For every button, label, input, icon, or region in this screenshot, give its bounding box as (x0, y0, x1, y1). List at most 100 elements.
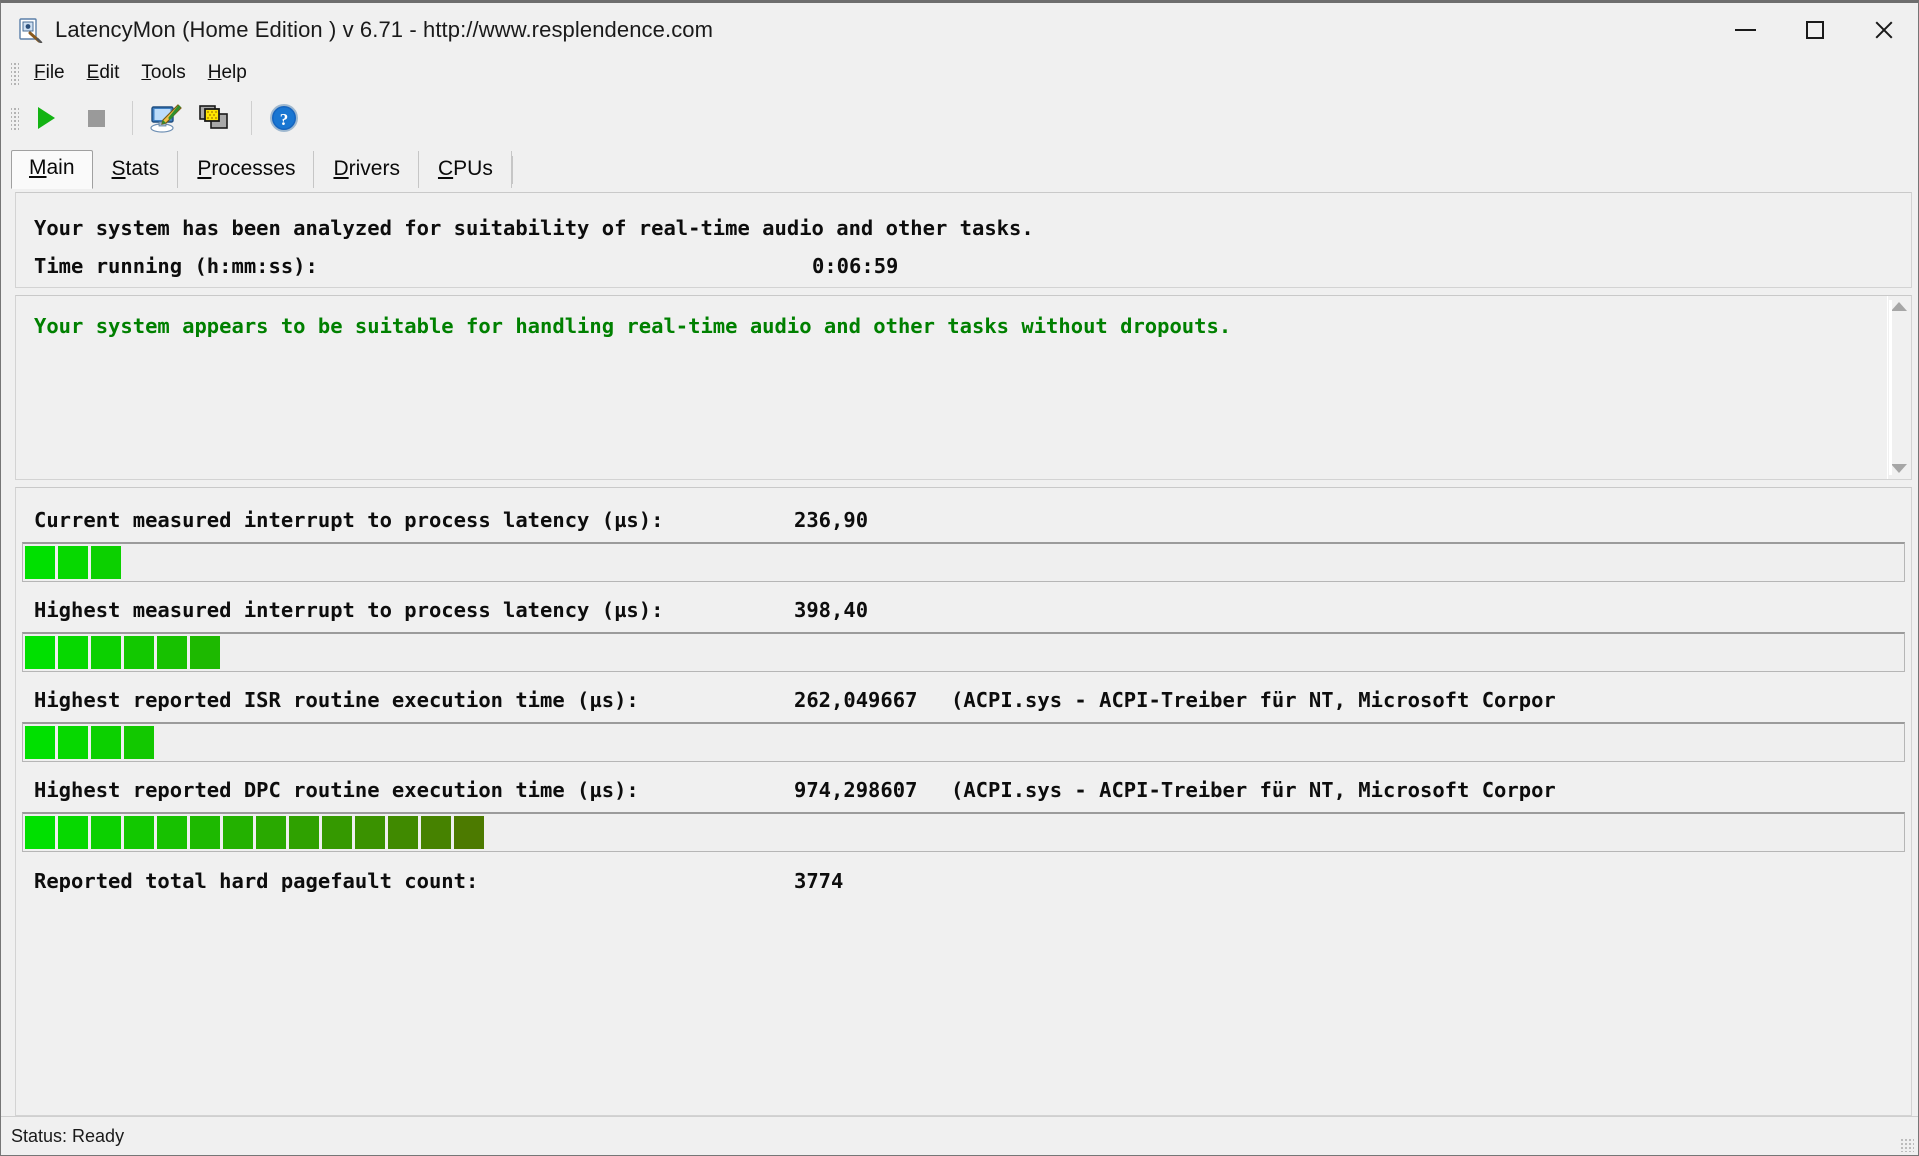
time-running-label: Time running (h:mm:ss): (34, 254, 318, 278)
menu-help-rest: elp (221, 62, 247, 83)
progress-segment (256, 816, 286, 849)
main-tab-panel: Your system has been analyzed for suitab… (15, 192, 1912, 1116)
svg-text:?: ? (280, 110, 289, 129)
metric-label: Highest measured interrupt to process la… (34, 598, 664, 622)
tab-cpus-label: PUs (453, 157, 493, 180)
progress-segment (157, 816, 187, 849)
start-monitoring-button[interactable] (23, 96, 69, 140)
metric-value: 398,40 (794, 598, 869, 622)
menu-help[interactable]: Help (197, 60, 258, 86)
toolbar-drag-grip[interactable] (11, 106, 19, 130)
tab-stats-label: tats (125, 157, 160, 180)
progress-segment (91, 546, 121, 579)
progress-segment (58, 726, 88, 759)
pagefault-row: Reported total hard pagefault count: 377… (16, 858, 1911, 904)
menu-file[interactable]: File (23, 60, 76, 86)
progress-segment (223, 816, 253, 849)
copy-report-button[interactable] (192, 96, 238, 140)
resize-grip[interactable] (1900, 1138, 1914, 1152)
metric-row: Highest reported ISR routine execution t… (16, 678, 1911, 722)
menu-bar: File Edit Tools Help (1, 57, 1918, 89)
latencymon-window: LatencyMon (Home Edition ) v 6.71 - http… (0, 0, 1919, 1156)
time-running-value: 0:06:59 (812, 254, 899, 278)
pagefault-value: 3774 (794, 869, 844, 893)
menu-tools[interactable]: Tools (130, 60, 196, 86)
progress-segment (91, 726, 121, 759)
progress-segment (91, 816, 121, 849)
metric-label: Highest reported ISR routine execution t… (34, 688, 639, 712)
metric-progress-bar (22, 632, 1905, 672)
menu-edit[interactable]: Edit (76, 60, 131, 86)
copy-windows-icon (199, 105, 228, 129)
minimize-button[interactable] (1711, 3, 1780, 57)
tab-drivers-label: rivers (348, 157, 400, 180)
close-icon (1873, 19, 1895, 41)
metric-value: 262,049667 (794, 688, 918, 712)
metric-extra: (ACPI.sys - ACPI-Treiber für NT, Microso… (951, 778, 1556, 802)
status-text: Status: Ready (11, 1125, 125, 1146)
stop-monitoring-button[interactable] (73, 96, 119, 140)
progress-segment (25, 726, 55, 759)
progress-segment (58, 816, 88, 849)
maximize-button[interactable] (1780, 3, 1849, 57)
metric-progress-bar (22, 722, 1905, 762)
help-button[interactable]: ? (261, 96, 307, 140)
toolbar-separator-2 (251, 101, 252, 135)
metric-value: 236,90 (794, 508, 869, 532)
tab-drivers[interactable]: Drivers (314, 151, 419, 188)
progress-segment (124, 636, 154, 669)
tab-main-label: ain (46, 156, 75, 179)
status-bar: Status: Ready (1, 1116, 1918, 1155)
progress-segment (190, 636, 220, 669)
tab-cpus[interactable]: CPUs (419, 151, 512, 188)
toolbar: ? (1, 89, 1918, 148)
tab-processes[interactable]: Processes (178, 151, 315, 188)
tab-main[interactable]: Main (11, 150, 93, 189)
progress-segment (355, 816, 385, 849)
tab-processes-label: rocesses (211, 157, 296, 180)
progress-segment (124, 726, 154, 759)
analysis-headline: Your system has been analyzed for suitab… (34, 216, 1034, 240)
play-icon (37, 107, 55, 129)
computer-pen-icon (150, 104, 182, 133)
metric-row: Highest reported DPC routine execution t… (16, 768, 1911, 812)
menu-drag-grip[interactable] (11, 61, 19, 85)
progress-segment (25, 546, 55, 579)
progress-segment (289, 816, 319, 849)
metric-extra: (ACPI.sys - ACPI-Treiber für NT, Microso… (951, 688, 1556, 712)
progress-segment (58, 546, 88, 579)
tab-strip-end-divider (511, 156, 513, 184)
progress-segment (58, 636, 88, 669)
metric-label: Current measured interrupt to process la… (34, 508, 664, 532)
metric-row: Current measured interrupt to process la… (16, 498, 1911, 542)
menu-file-rest: ile (45, 62, 65, 83)
scroll-down-icon[interactable] (1890, 464, 1907, 473)
close-button[interactable] (1849, 3, 1918, 57)
window-controls (1711, 3, 1918, 57)
system-info-button[interactable] (142, 96, 188, 140)
stop-icon (87, 109, 105, 127)
time-running-row: Time running (h:mm:ss): 0:06:59 (34, 247, 1911, 285)
scrollbar-track[interactable] (1889, 300, 1892, 475)
progress-segment (421, 816, 451, 849)
menu-tools-rest: ools (150, 62, 186, 83)
latencymon-app-icon (17, 17, 43, 44)
verdict-scrollbar[interactable] (1887, 296, 1911, 479)
menu-edit-rest: dit (99, 62, 120, 83)
tab-stats[interactable]: Stats (93, 151, 179, 188)
metric-row: Highest measured interrupt to process la… (16, 588, 1911, 632)
tab-strip: Main Stats Processes Drivers CPUs (1, 148, 1918, 189)
progress-segment (25, 636, 55, 669)
metric-progress-bar (22, 812, 1905, 852)
maximize-icon (1805, 21, 1824, 39)
metrics-box: Current measured interrupt to process la… (15, 487, 1912, 1116)
metric-label: Highest reported DPC routine execution t… (34, 778, 639, 802)
progress-segment (454, 816, 484, 849)
progress-segment (157, 636, 187, 669)
question-mark-icon: ? (270, 104, 298, 132)
progress-segment (388, 816, 418, 849)
progress-segment (124, 816, 154, 849)
verdict-text: Your system appears to be suitable for h… (34, 314, 1232, 338)
scroll-up-icon[interactable] (1890, 302, 1907, 311)
pagefault-label: Reported total hard pagefault count: (34, 869, 479, 893)
